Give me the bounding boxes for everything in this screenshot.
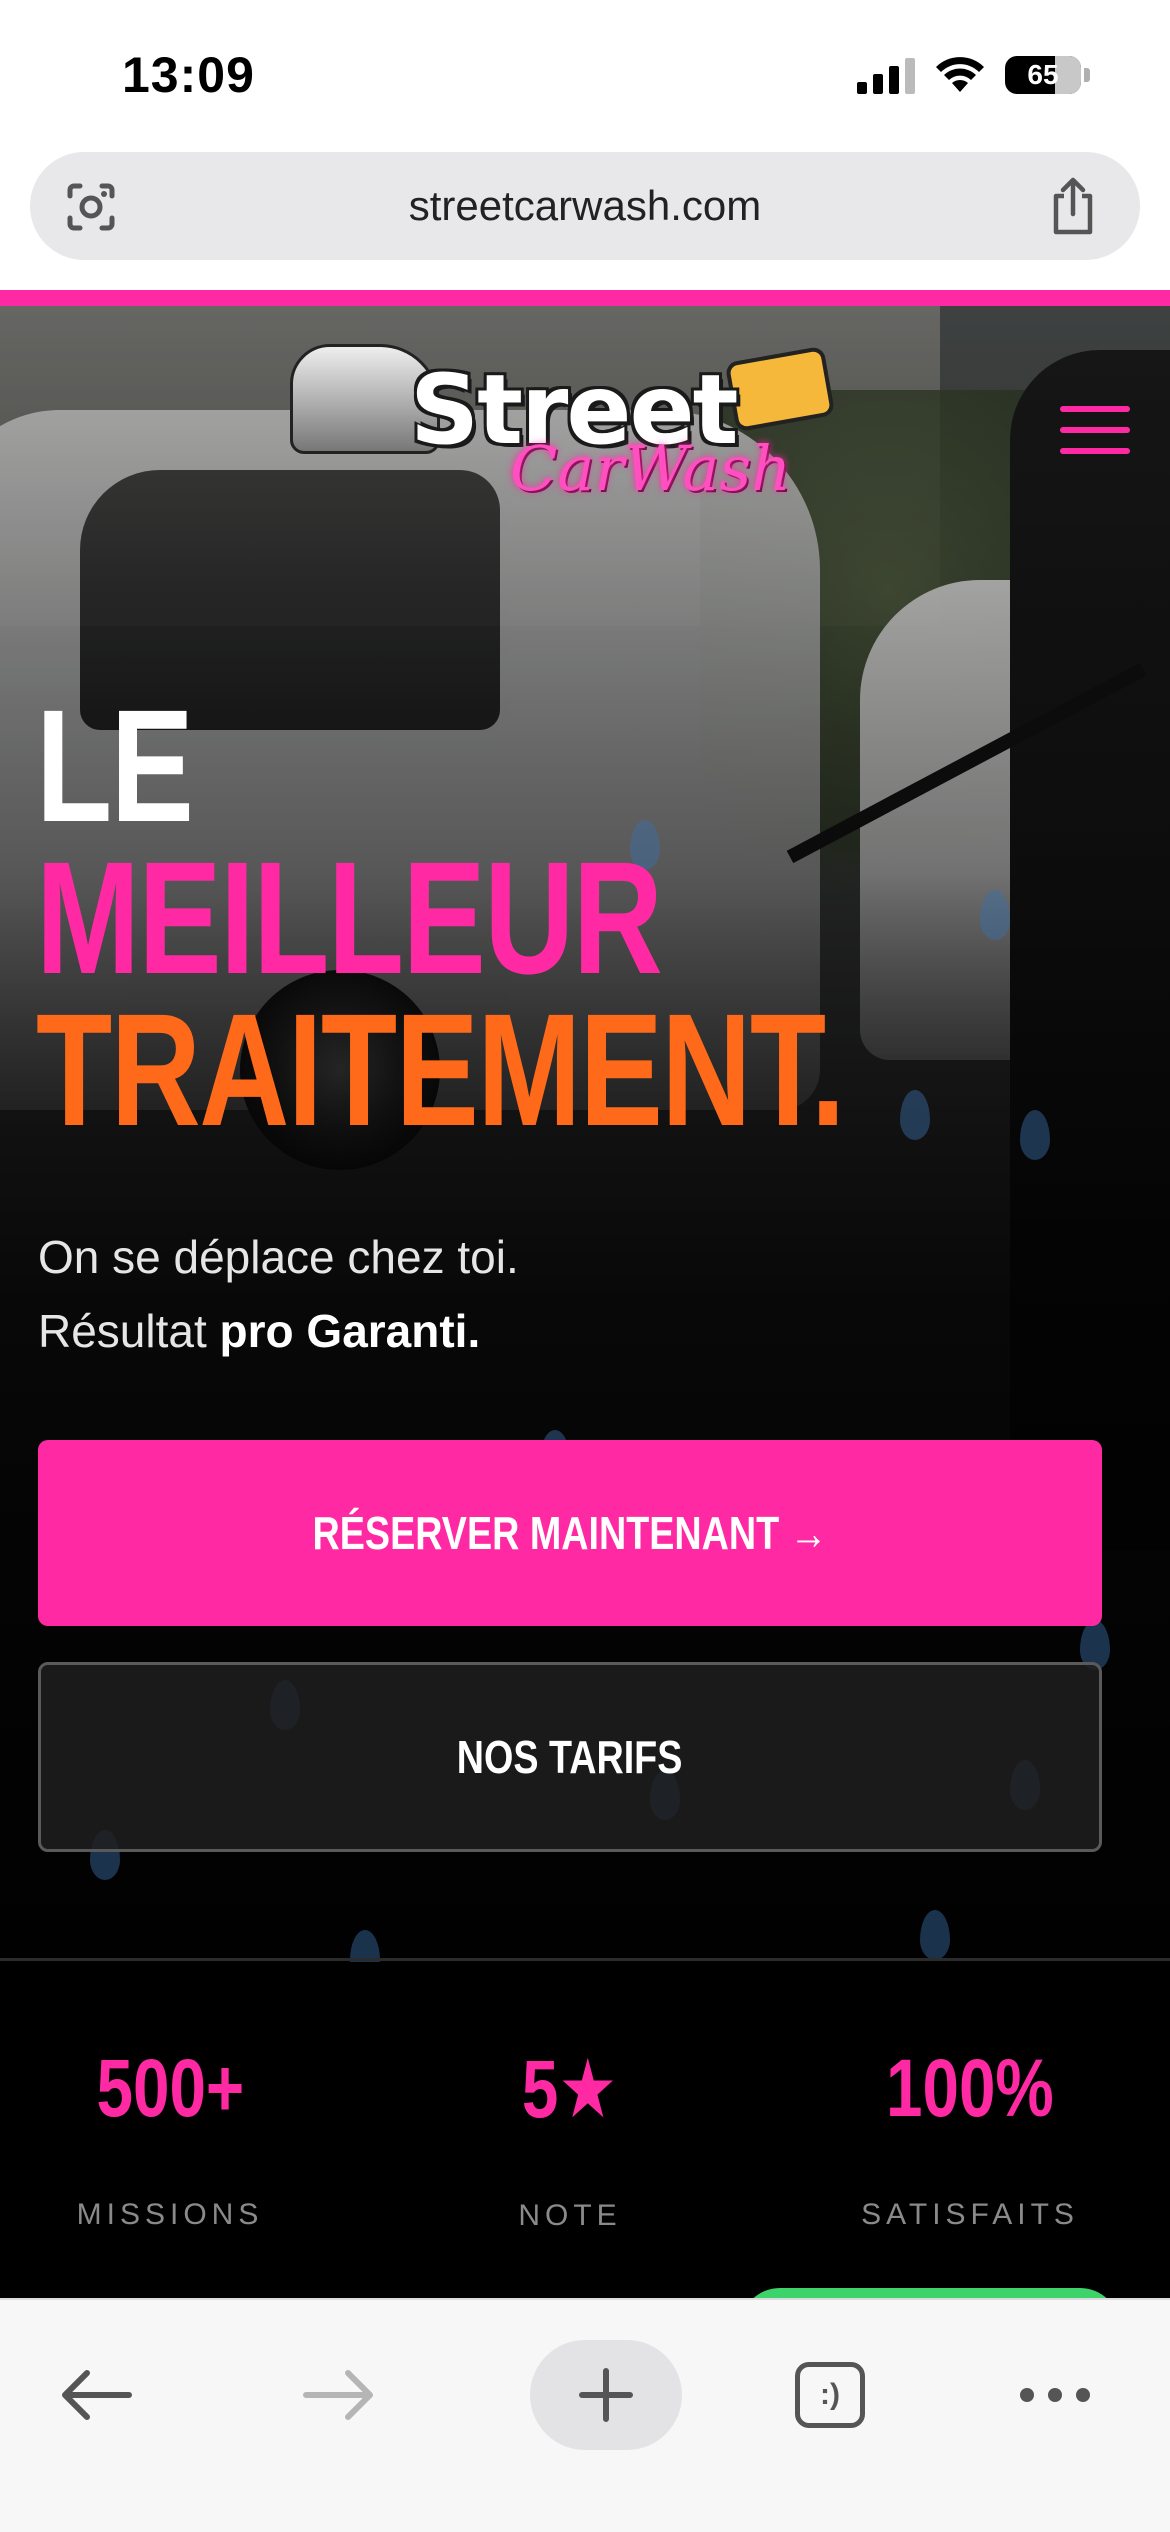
subtext-line-1: On se déplace chez toi. [38,1231,519,1283]
address-bar[interactable]: streetcarwash.com [30,152,1140,260]
stat-label: SATISFAITS [861,2198,1079,2231]
forward-arrow-icon[interactable] [285,2340,395,2450]
back-arrow-icon[interactable] [40,2340,150,2450]
stat-value: 100% [886,2043,1054,2134]
headline-line-2: MEILLEUR [36,828,663,1007]
stat-missions: 500+ MISSIONS [0,2042,340,2232]
hero-section: Street CarWash LE MEILLEUR TRAITEMENT. O… [0,290,1170,1962]
hero-subtext: On se déplace chez toi. Résultat pro Gar… [38,1220,519,1368]
stat-satisfied: 100% SATISFAITS [800,2042,1140,2232]
url-text[interactable]: streetcarwash.com [30,182,1140,230]
hamburger-menu-icon[interactable] [1060,400,1130,460]
wifi-icon [936,57,984,92]
battery-icon: 65 [1005,56,1081,94]
stat-label: NOTE [518,2199,622,2232]
status-bar: 13:09 65 [0,0,1170,150]
new-tab-plus-icon[interactable] [530,2340,682,2450]
pricing-button[interactable]: NOS TARIFS [38,1662,1102,1852]
status-time: 13:09 [122,47,255,103]
stat-value: 5★ [522,2044,618,2135]
stat-rating: 5★ NOTE [400,2042,740,2233]
street-carwash-logo[interactable]: Street CarWash [290,324,850,524]
headline-line-3: TRAITEMENT. [36,980,845,1159]
subtext-line-2: Résultat pro Garanti. [38,1305,481,1357]
tabs-icon[interactable]: :) [775,2340,885,2450]
more-icon[interactable] [1000,2340,1110,2450]
headline-line-1: LE [36,676,194,855]
top-accent-line [0,290,1170,306]
stat-value: 500+ [96,2043,244,2134]
share-icon[interactable] [1046,176,1100,236]
section-divider [0,1958,1170,1961]
stats-section: 500+ MISSIONS 5★ NOTE 100% SATISFAITS [0,1962,1170,2328]
book-now-button[interactable]: RÉSERVER MAINTENANT → [38,1440,1102,1626]
battery-percent: 65 [1027,59,1059,90]
status-icons: 65 [857,56,1090,94]
hero-headline: LE MEILLEUR TRAITEMENT. [36,676,1072,1159]
stat-label: MISSIONS [76,2198,264,2231]
signal-icon [857,56,915,94]
browser-toolbar: :) [0,2298,1170,2532]
